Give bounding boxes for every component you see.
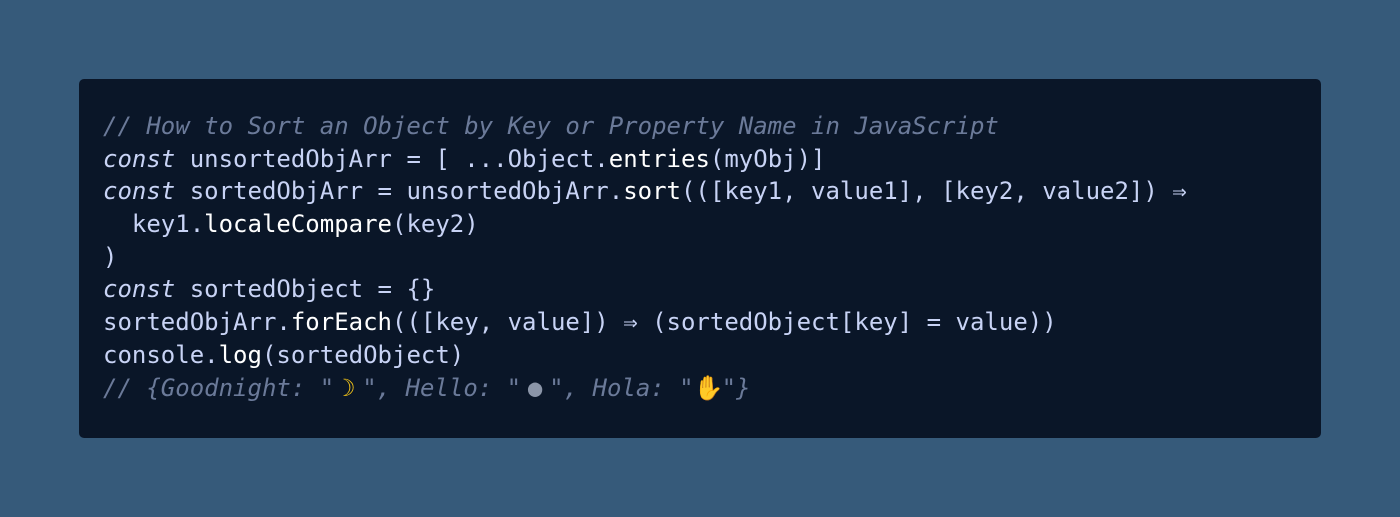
code-text: sortedObject = {} bbox=[175, 275, 436, 304]
code-line-comment-output: // {Goodnight: " ☽ ", Hello: " ● ", Hola: "✋… bbox=[103, 372, 1187, 405]
code-text: sortedObjArr. bbox=[103, 308, 291, 337]
comment-text: "} bbox=[721, 373, 751, 402]
comment-text: ", Hello: " bbox=[362, 373, 522, 402]
function-name: log bbox=[218, 340, 262, 369]
code-text: Object. bbox=[507, 144, 609, 173]
code-text: ) bbox=[103, 242, 118, 271]
code-card: // How to Sort an Object by Key or Prope… bbox=[79, 79, 1321, 438]
code-line-7: sortedObjArr.forEach(([key, value]) ⇒ (s… bbox=[103, 306, 1187, 339]
keyword-const: const bbox=[103, 144, 176, 173]
code-text: (([key1, value1], [key2, value2]) ⇒ bbox=[680, 177, 1187, 206]
code-line-8: console.log(sortedObject) bbox=[103, 339, 1187, 372]
code-text: (sortedObject) bbox=[261, 340, 465, 369]
code-line-4: key1.localeCompare(key2) bbox=[103, 208, 1187, 241]
comment-text: ", Hola: " bbox=[549, 373, 694, 402]
code-text: (myObj)] bbox=[709, 144, 826, 173]
comment-text: // How to Sort an Object by Key or Prope… bbox=[103, 112, 999, 140]
code-line-6: const sortedObject = {} bbox=[103, 273, 1187, 306]
function-name: localeCompare bbox=[204, 210, 392, 239]
code-text: sortedObjArr = unsortedObjArr. bbox=[175, 177, 624, 206]
function-name: entries bbox=[608, 144, 710, 173]
function-name: forEach bbox=[290, 308, 392, 337]
code-text: (key2) bbox=[392, 210, 479, 239]
code-line-3: const sortedObjArr = unsortedObjArr.sort… bbox=[103, 175, 1187, 208]
code-text: console. bbox=[103, 340, 219, 369]
waving-hand-icon: ✋ bbox=[693, 373, 724, 402]
comment-text: // {Goodnight: " bbox=[103, 373, 335, 402]
globe-icon: ● bbox=[527, 373, 543, 402]
code-block: // How to Sort an Object by Key or Prope… bbox=[103, 110, 1187, 404]
code-line-2: const unsortedObjArr = [ ...Object.entri… bbox=[103, 143, 1187, 176]
code-text: unsortedObjArr = [ ... bbox=[175, 144, 508, 173]
function-name: sort bbox=[623, 177, 681, 206]
keyword-const: const bbox=[103, 177, 176, 206]
code-text: (([key, value]) ⇒ (sortedObject[key] = v… bbox=[392, 308, 1057, 337]
keyword-const: const bbox=[103, 275, 176, 304]
code-line-comment-title: // How to Sort an Object by Key or Prope… bbox=[103, 110, 1187, 143]
code-text: key1. bbox=[103, 210, 205, 239]
moon-icon: ☽ bbox=[340, 373, 356, 402]
code-line-5: ) bbox=[103, 241, 1187, 274]
